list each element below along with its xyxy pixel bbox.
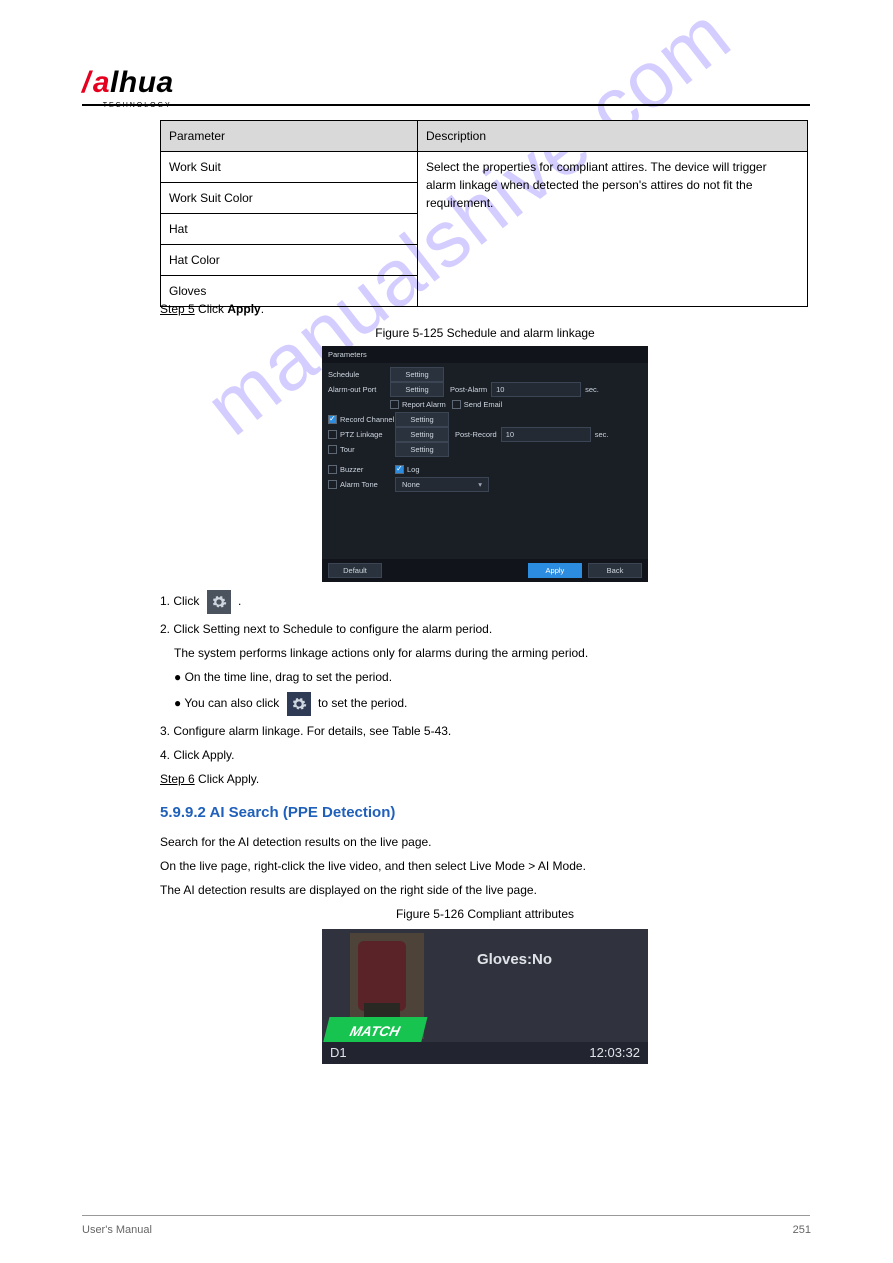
footer-rule: [82, 1215, 810, 1216]
section-text: The AI detection results are displayed o…: [160, 881, 810, 899]
alarm-tone-select[interactable]: None: [395, 477, 489, 492]
record-channel-checkbox[interactable]: [328, 415, 337, 424]
alarm-out-setting-button[interactable]: Setting: [390, 382, 444, 397]
section-heading: 5.9.9.2 AI Search (PPE Detection): [160, 802, 810, 825]
gear-icon[interactable]: [287, 692, 311, 716]
sec-label2: sec.: [595, 429, 609, 440]
post-record-label: Post-Record: [455, 429, 497, 440]
time-label: 12:03:32: [589, 1043, 640, 1063]
cell-parameter: Hat Color: [161, 245, 418, 276]
cell-parameter: Work Suit: [161, 152, 418, 183]
buzzer-label: Buzzer: [340, 464, 395, 475]
substep-desc: The system performs linkage actions only…: [160, 644, 810, 662]
gloves-attribute: Gloves:No: [477, 949, 552, 972]
page: manualshive.com / a lhua TECHNOLOGY Para…: [0, 0, 893, 1263]
logo-rest: lhua: [110, 60, 174, 105]
dialog-title: Parameters: [322, 346, 648, 363]
step-label: Step 5: [160, 302, 195, 316]
buzzer-checkbox[interactable]: [328, 465, 337, 474]
bullet: ● On the time line, drag to set the peri…: [160, 668, 810, 686]
footer-right: 251: [793, 1222, 811, 1239]
tour-label: Tour: [340, 444, 395, 455]
match-badge: MATCH: [323, 1017, 428, 1045]
th-description: Description: [418, 121, 808, 152]
live-view-figure: MATCH Gloves:No D1 12:03:32: [322, 929, 648, 1064]
back-button[interactable]: Back: [588, 563, 642, 578]
ptz-linkage-label: PTZ Linkage: [340, 429, 395, 440]
parameter-table: Parameter Description Work Suit Select t…: [160, 120, 808, 307]
logo-a: a: [93, 60, 110, 105]
ptz-setting-button[interactable]: Setting: [395, 427, 449, 442]
ptz-linkage-checkbox[interactable]: [328, 430, 337, 439]
log-checkbox[interactable]: [395, 465, 404, 474]
send-email-checkbox[interactable]: [452, 400, 461, 409]
substep-text: 3. Configure alarm linkage. For details,…: [160, 722, 810, 740]
gear-icon[interactable]: [207, 590, 231, 614]
body-content: Step 5 Click Apply. Figure 5-125 Schedul…: [160, 300, 810, 1064]
schedule-setting-button[interactable]: Setting: [390, 367, 444, 382]
header-rule: [82, 104, 810, 106]
logo-slash-icon: /: [82, 60, 91, 105]
post-alarm-input[interactable]: 10: [491, 382, 581, 397]
dialog-figure: Parameters ScheduleSetting Alarm-out Por…: [322, 346, 648, 582]
apply-button[interactable]: Apply: [528, 563, 582, 578]
table-row: Work Suit Select the properties for comp…: [161, 152, 808, 183]
substep-text: 2. Click Setting next to Schedule to con…: [160, 620, 810, 638]
record-channel-label: Record Channel: [340, 414, 395, 425]
person-body-shape: [358, 941, 406, 1011]
cell-parameter: Work Suit Color: [161, 183, 418, 214]
cell-description: Select the properties for compliant atti…: [418, 152, 808, 307]
send-email-label: Send Email: [464, 399, 502, 410]
step-label: Step 6: [160, 772, 195, 786]
alarm-tone-checkbox[interactable]: [328, 480, 337, 489]
tour-setting-button[interactable]: Setting: [395, 442, 449, 457]
log-label: Log: [407, 464, 420, 475]
section-text: Search for the AI detection results on t…: [160, 833, 810, 851]
sec-label: sec.: [585, 384, 599, 395]
alarm-out-label: Alarm-out Port: [328, 384, 390, 395]
figure-caption: Figure 5-126 Compliant attributes: [160, 905, 810, 923]
post-record-input[interactable]: 10: [501, 427, 591, 442]
th-parameter: Parameter: [161, 121, 418, 152]
footer-left: User's Manual: [82, 1222, 152, 1239]
channel-label: D1: [330, 1043, 347, 1063]
schedule-label: Schedule: [328, 369, 390, 380]
figure-caption: Figure 5-125 Schedule and alarm linkage: [160, 324, 810, 342]
report-alarm-checkbox[interactable]: [390, 400, 399, 409]
cell-parameter: Hat: [161, 214, 418, 245]
substep-text: 4. Click Apply.: [160, 746, 810, 764]
record-channel-setting-button[interactable]: Setting: [395, 412, 449, 427]
section-text: On the live page, right-click the live v…: [160, 857, 810, 875]
alarm-tone-label: Alarm Tone: [340, 479, 395, 490]
default-button[interactable]: Default: [328, 563, 382, 578]
tour-checkbox[interactable]: [328, 445, 337, 454]
post-alarm-label: Post-Alarm: [450, 384, 487, 395]
report-alarm-label: Report Alarm: [402, 399, 446, 410]
